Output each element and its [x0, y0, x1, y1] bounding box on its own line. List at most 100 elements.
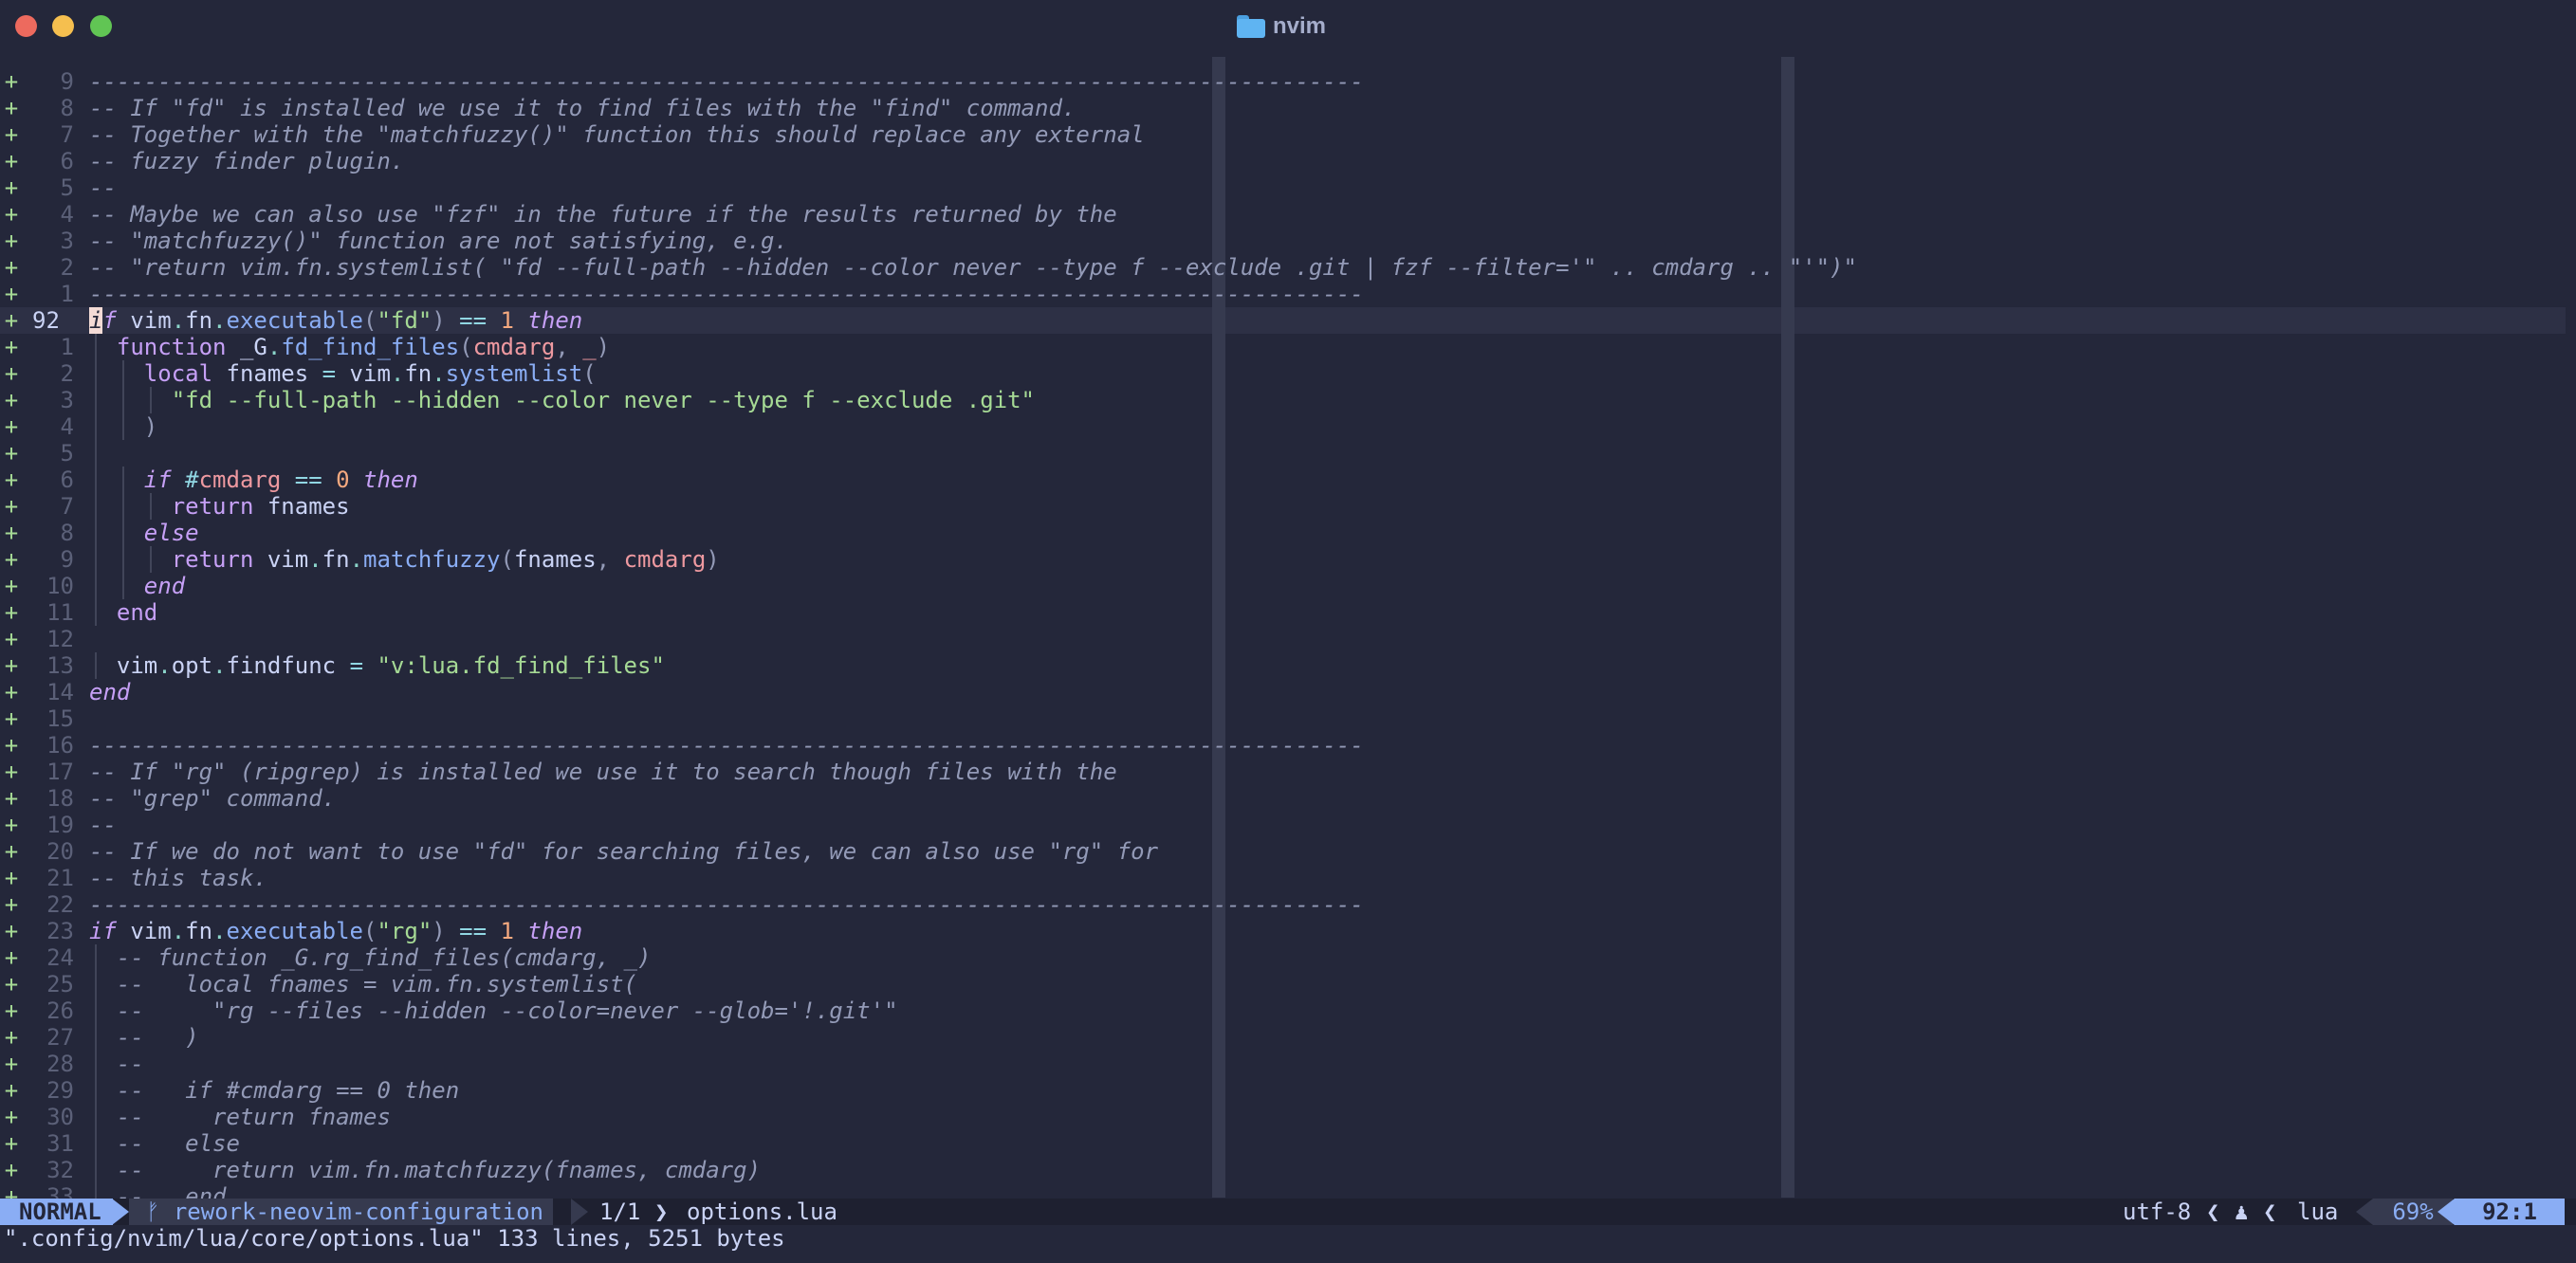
code-token: . — [349, 546, 364, 573]
editor-buffer[interactable]: +9 --------------------------------------… — [0, 53, 2576, 1210]
code-line[interactable]: +2 local fnames = vim.fn.systemlist( — [0, 360, 2576, 387]
line-number: 21 — [46, 865, 74, 891]
code-line[interactable]: +18 -- "grep" command. — [0, 785, 2576, 812]
code-line[interactable]: +31 -- else — [0, 1130, 2576, 1157]
code-line[interactable]: +8 else — [0, 520, 2576, 546]
code-token: findfunc — [226, 652, 350, 679]
code-line[interactable]: +24 -- function _G.rg_find_files(cmdarg,… — [0, 944, 2576, 971]
code-line[interactable]: +5 — [0, 440, 2576, 467]
line-number: 3 — [60, 387, 74, 413]
code-line[interactable]: +17 -- If "rg" (ripgrep) is installed we … — [0, 759, 2576, 785]
git-added-sign-icon: + — [4, 785, 19, 812]
code-token: , — [596, 546, 624, 573]
line-content: -- "grep" command. — [89, 785, 336, 812]
code-line[interactable]: +1 function _G.fd_find_files(cmdarg, _) — [0, 334, 2576, 360]
file-name: options.lua — [687, 1199, 837, 1225]
code-line[interactable]: +7 -- Together with the "matchfuzzy()" fu… — [0, 121, 2576, 148]
code-line[interactable]: +28 -- — [0, 1051, 2576, 1077]
git-added-sign-icon: + — [4, 1051, 19, 1077]
line-number: 26 — [46, 998, 74, 1024]
code-line[interactable]: +20 -- If we do not want to use "fd" for … — [0, 838, 2576, 865]
line-number: 11 — [46, 599, 74, 626]
line-content: -- "rg --files --hidden --color=never --… — [89, 998, 898, 1024]
code-line[interactable]: +7 return fnames — [0, 493, 2576, 520]
code-line[interactable]: +1 --------------------------------------… — [0, 281, 2576, 307]
code-line[interactable]: +32 -- return vim.fn.matchfuzzy(fnames, … — [0, 1157, 2576, 1183]
code-line[interactable]: +11 end — [0, 599, 2576, 626]
code-line[interactable]: +13 vim.opt.findfunc = "v:lua.fd_find_fi… — [0, 652, 2576, 679]
code-line[interactable]: +21 -- this task. — [0, 865, 2576, 891]
code-line[interactable]: +25 -- local fnames = vim.fn.systemlist( — [0, 971, 2576, 998]
code-line[interactable]: +4 ) — [0, 413, 2576, 440]
code-token: . — [171, 918, 186, 944]
line-number: 23 — [46, 918, 74, 944]
code-line[interactable]: +29 -- if #cmdarg == 0 then — [0, 1077, 2576, 1104]
code-token: . — [432, 360, 446, 387]
git-added-sign-icon: + — [4, 865, 19, 891]
code-token: ( — [363, 307, 377, 334]
git-added-sign-icon: + — [4, 254, 19, 281]
minimize-window-button[interactable] — [52, 15, 74, 37]
line-content: ) — [89, 413, 157, 440]
code-line[interactable]: +30 -- return fnames — [0, 1104, 2576, 1130]
code-token: vim — [253, 546, 309, 573]
code-line[interactable]: +10 end — [0, 573, 2576, 599]
code-line[interactable]: +92 if vim.fn.executable("fd") == 1 then — [0, 307, 2576, 334]
git-added-sign-icon: + — [4, 360, 19, 387]
git-added-sign-icon: + — [4, 705, 19, 732]
line-content: if #cmdarg == 0 then — [89, 467, 418, 493]
code-line[interactable]: +9 --------------------------------------… — [0, 68, 2576, 95]
code-line[interactable]: +6 if #cmdarg == 0 then — [0, 467, 2576, 493]
code-line[interactable]: +26 -- "rg --files --hidden --color=neve… — [0, 998, 2576, 1024]
line-content: -- ) — [89, 1024, 199, 1051]
line-content: -- return fnames — [89, 1104, 391, 1130]
git-added-sign-icon: + — [4, 1130, 19, 1157]
code-token: vim — [336, 360, 391, 387]
code-line[interactable]: +19 -- — [0, 812, 2576, 838]
code-line[interactable]: +2 -- "return vim.fn.systemlist( "fd --fu… — [0, 254, 2576, 281]
code-line[interactable]: +15 — [0, 705, 2576, 732]
code-line[interactable]: +23 if vim.fn.executable("rg") == 1 then — [0, 918, 2576, 944]
code-line[interactable]: +3 -- "matchfuzzy()" function are not sat… — [0, 228, 2576, 254]
code-line[interactable]: +8 -- If "fd" is installed we use it to f… — [0, 95, 2576, 121]
code-line[interactable]: +16 -------------------------------------… — [0, 732, 2576, 759]
code-token: vim — [116, 918, 172, 944]
code-line[interactable]: +9 return vim.fn.matchfuzzy(fnames, cmda… — [0, 546, 2576, 573]
line-number: 24 — [46, 944, 74, 971]
code-token: fnames — [212, 360, 322, 387]
git-added-sign-icon: + — [4, 68, 19, 95]
code-line[interactable]: +5 -- — [0, 174, 2576, 201]
code-token: . — [212, 918, 227, 944]
line-content: -- — [89, 1051, 144, 1077]
code-token: cmdarg — [623, 546, 707, 573]
maximize-window-button[interactable] — [90, 15, 112, 37]
git-added-sign-icon: + — [4, 599, 19, 626]
code-line[interactable]: +3 "fd --full-path --hidden --color neve… — [0, 387, 2576, 413]
code-line[interactable]: +14 end — [0, 679, 2576, 705]
branch-separator — [571, 1199, 588, 1225]
code-token: ( — [459, 334, 473, 360]
line-number: 3 — [60, 228, 74, 254]
code-token: then — [363, 467, 418, 493]
code-token: function — [116, 334, 227, 360]
window-title: nvim — [1273, 13, 1327, 39]
line-content: -- if #cmdarg == 0 then — [89, 1077, 459, 1104]
code-line[interactable]: +27 -- ) — [0, 1024, 2576, 1051]
git-added-sign-icon: + — [4, 1104, 19, 1130]
code-line[interactable]: +4 -- Maybe we can also use "fzf" in the … — [0, 201, 2576, 228]
code-line[interactable]: +12 — [0, 626, 2576, 652]
code-token: , — [555, 334, 583, 360]
chevron-left-icon: ❮ — [2206, 1199, 2220, 1225]
close-window-button[interactable] — [15, 15, 37, 37]
command-line[interactable]: ".config/nvim/lua/core/options.lua" 133 … — [0, 1225, 2576, 1254]
line-content: -- Together with the "matchfuzzy()" func… — [89, 121, 1145, 148]
code-line[interactable]: +6 -- fuzzy finder plugin. — [0, 148, 2576, 174]
code-line[interactable]: +22 -------------------------------------… — [0, 891, 2576, 918]
